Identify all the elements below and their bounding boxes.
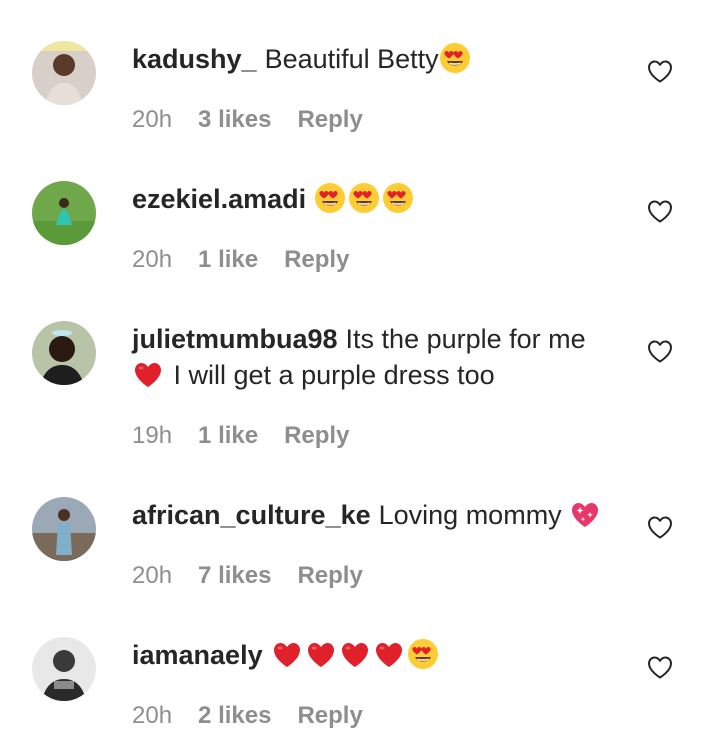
comment-time: 20h [132, 246, 173, 273]
comment-meta: 20h 1 like Reply [132, 246, 375, 274]
like-heart-icon[interactable] [646, 58, 674, 84]
comment-time: 20h [132, 106, 173, 133]
avatar[interactable] [32, 637, 96, 701]
comment-body: african_culture_ke Loving mommy [132, 497, 612, 533]
comment-meta: 20h 3 likes Reply [132, 106, 389, 134]
sparkling-heart-emoji-icon [569, 498, 601, 530]
reply-button[interactable]: Reply [297, 562, 362, 590]
comment-body: kadushy_ Beautiful Betty [132, 41, 612, 77]
red-heart-emoji-icon [132, 358, 164, 390]
like-heart-icon[interactable] [646, 654, 674, 680]
like-heart-icon[interactable] [646, 514, 674, 540]
comment-body: iamanaely [132, 637, 612, 673]
comment-likes[interactable]: 1 like [198, 246, 258, 274]
avatar[interactable] [32, 41, 96, 105]
heart-eyes-emoji-icon [314, 182, 346, 214]
comment-text: Its the purple for me [345, 324, 586, 354]
comment-text: Loving mommy [378, 500, 562, 530]
comment-username[interactable]: kadushy_ [132, 44, 257, 74]
comment-likes[interactable]: 1 like [198, 422, 258, 450]
reply-button[interactable]: Reply [284, 246, 349, 274]
comment-meta: 20h 7 likes Reply [132, 562, 389, 590]
comment-meta: 19h 1 like Reply [132, 422, 375, 450]
comment-body: ezekiel.amadi [132, 181, 612, 217]
like-heart-icon[interactable] [646, 198, 674, 224]
comment-time: 19h [132, 422, 173, 449]
comment-likes[interactable]: 3 likes [198, 106, 271, 134]
comment-time: 20h [132, 702, 173, 729]
reply-button[interactable]: Reply [297, 106, 362, 134]
comment-text: Beautiful Betty [264, 44, 439, 74]
heart-eyes-emoji-icon [348, 182, 380, 214]
heart-eyes-emoji-icon [382, 182, 414, 214]
comment-likes[interactable]: 2 likes [198, 702, 271, 730]
reply-button[interactable]: Reply [297, 702, 362, 730]
comment-username[interactable]: african_culture_ke [132, 500, 371, 530]
red-heart-emoji-icon [373, 638, 405, 670]
avatar[interactable] [32, 321, 96, 385]
comment-username[interactable]: julietmumbua98 [132, 324, 338, 354]
red-heart-emoji-icon [305, 638, 337, 670]
comment-username[interactable]: iamanaely [132, 640, 263, 670]
comment-body: julietmumbua98 Its the purple for me I wi… [132, 321, 612, 393]
comment-meta: 20h 2 likes Reply [132, 702, 389, 730]
heart-eyes-emoji-icon [407, 638, 439, 670]
comment-likes[interactable]: 7 likes [198, 562, 271, 590]
red-heart-emoji-icon [271, 638, 303, 670]
like-heart-icon[interactable] [646, 338, 674, 364]
red-heart-emoji-icon [339, 638, 371, 670]
comment-username[interactable]: ezekiel.amadi [132, 184, 306, 214]
comment-text: I will get a purple dress too [173, 360, 495, 390]
avatar[interactable] [32, 497, 96, 561]
heart-eyes-emoji-icon [439, 42, 471, 74]
avatar[interactable] [32, 181, 96, 245]
reply-button[interactable]: Reply [284, 422, 349, 450]
comment-time: 20h [132, 562, 173, 589]
